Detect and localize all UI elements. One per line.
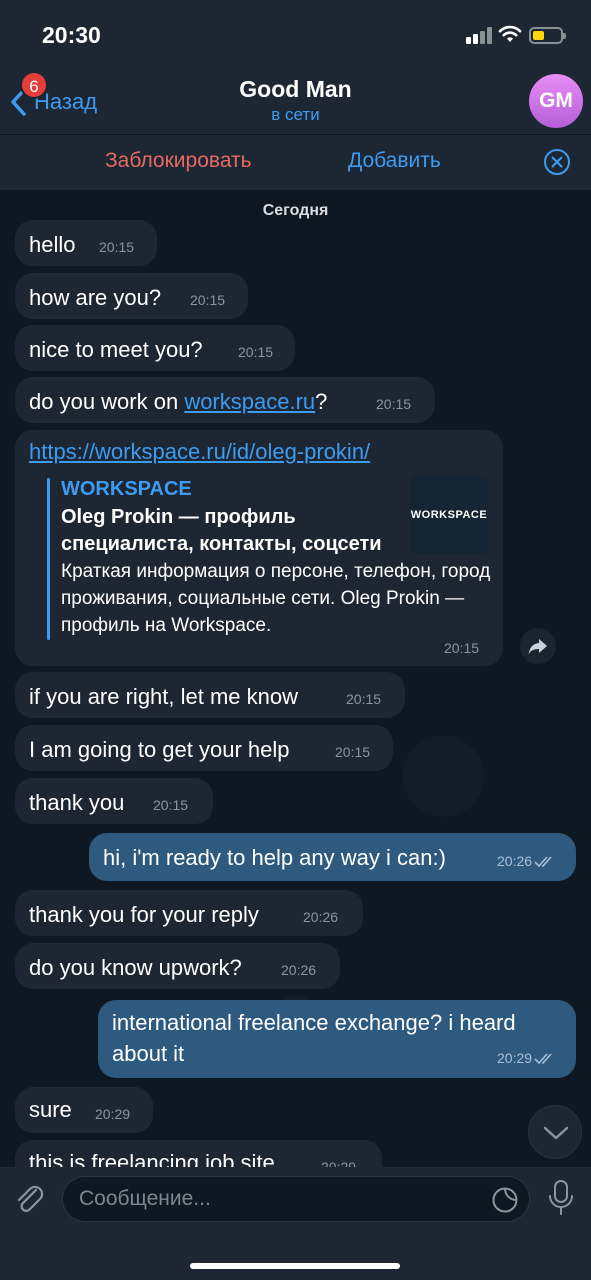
status-time: 20:30 <box>42 22 101 48</box>
preview-accent-bar <box>47 478 50 640</box>
message-bubble-incoming[interactable]: do you know upwork? 20:26 <box>15 943 340 989</box>
message-time: 20:26 <box>303 909 339 925</box>
microphone-icon[interactable] <box>547 1179 575 1217</box>
preview-description: Краткая информация о персоне, телефон, г… <box>61 561 491 636</box>
message-bubble-incoming[interactable]: this is freelancing job site 20:29 <box>15 1140 382 1167</box>
preview-site-name: WORKSPACE <box>61 478 192 500</box>
chevron-down-icon <box>543 1126 569 1140</box>
contact-action-bar: Заблокировать Добавить <box>0 134 591 190</box>
message-text: do you work on workspace.ru? <box>29 389 327 415</box>
message-time: 20:15 <box>444 640 480 656</box>
scroll-down-button[interactable] <box>528 1105 582 1159</box>
message-text-line: international freelance exchange? i hear… <box>112 1010 516 1035</box>
message-time: 20:15 <box>190 292 226 308</box>
message-text: I am going to get your help <box>29 737 290 762</box>
message-input[interactable] <box>79 1177 479 1221</box>
message-time: 20:29 <box>321 1159 357 1167</box>
message-text: if you are right, let me know <box>29 684 299 709</box>
inline-link[interactable]: workspace.ru <box>184 389 315 414</box>
home-indicator <box>190 1263 400 1269</box>
message-time: 20:15 <box>335 744 371 760</box>
message-time: 20:26 <box>497 853 533 869</box>
message-bubble-incoming[interactable]: do you work on workspace.ru? 20:15 <box>15 377 435 423</box>
forward-icon[interactable] <box>520 628 556 664</box>
preview-thumbnail[interactable]: WORKSPACE <box>410 476 488 554</box>
message-input-wrapper <box>62 1176 530 1222</box>
message-time: 20:29 <box>95 1106 131 1122</box>
message-text-part: ? <box>315 389 328 414</box>
paperclip-icon[interactable] <box>12 1181 48 1217</box>
message-time: 20:15 <box>376 396 412 412</box>
block-button[interactable]: Заблокировать <box>105 149 252 173</box>
message-text: thank you <box>29 790 125 815</box>
message-text: sure <box>29 1097 72 1122</box>
online-status: в сети <box>271 105 320 124</box>
message-text-line: about it <box>112 1041 185 1066</box>
message-time: 20:15 <box>153 797 189 813</box>
message-bubble-outgoing[interactable]: hi, i'm ready to help any way i can:) 20… <box>89 833 576 881</box>
message-time: 20:26 <box>281 962 317 978</box>
message-text-part: do you work on <box>29 389 185 414</box>
message-bubble-incoming[interactable]: how are you? 20:15 <box>15 273 248 319</box>
message-bubble-link-preview[interactable]: https://workspace.ru/id/oleg-prokin/ WOR… <box>15 430 503 666</box>
composer-bar <box>0 1167 591 1280</box>
message-text: this is freelancing job site <box>29 1150 275 1167</box>
date-separator: Сегодня <box>262 202 329 219</box>
status-bar: 20:30 <box>0 0 591 70</box>
sticker-icon[interactable] <box>491 1186 519 1214</box>
preview-title: Oleg Prokin — профиль специалиста, конта… <box>61 506 382 555</box>
signal-icon <box>466 26 494 44</box>
message-text: nice to meet you? <box>29 337 203 362</box>
wifi-icon <box>498 25 522 42</box>
double-check-icon <box>534 1053 552 1065</box>
message-meta: 20:26 <box>497 853 556 869</box>
message-text: hello <box>29 232 76 257</box>
message-bubble-incoming[interactable]: nice to meet you? 20:15 <box>15 325 295 371</box>
message-bubble-incoming[interactable]: hello 20:15 <box>15 220 157 266</box>
battery-icon <box>529 27 566 44</box>
message-text: hi, i'm ready to help any way i can:) <box>103 845 446 870</box>
message-list[interactable]: Сегодня hello 20:15 how are you? 20:15 n… <box>0 190 591 1167</box>
message-meta: 20:29 <box>497 1050 556 1066</box>
message-link[interactable]: https://workspace.ru/id/oleg-prokin/ <box>29 439 370 465</box>
avatar[interactable]: GM <box>529 74 583 128</box>
message-text: thank you for your reply <box>29 902 259 927</box>
chat-title[interactable]: Good Man <box>0 76 591 103</box>
message-time: 20:29 <box>497 1050 533 1066</box>
message-time: 20:15 <box>238 344 274 360</box>
message-bubble-incoming[interactable]: thank you for your reply 20:26 <box>15 890 363 936</box>
close-icon[interactable] <box>543 148 571 176</box>
add-contact-button[interactable]: Добавить <box>348 149 441 173</box>
message-text: how are you? <box>29 285 162 310</box>
message-time: 20:15 <box>346 691 382 707</box>
double-check-icon <box>534 856 552 868</box>
message-bubble-incoming[interactable]: if you are right, let me know 20:15 <box>15 672 405 718</box>
message-time: 20:15 <box>99 239 135 255</box>
message-bubble-incoming[interactable]: I am going to get your help 20:15 <box>15 725 393 771</box>
message-bubble-outgoing[interactable]: international freelance exchange? i hear… <box>98 1000 576 1078</box>
message-text: do you know upwork? <box>29 955 242 980</box>
message-bubble-incoming[interactable]: sure 20:29 <box>15 1087 153 1133</box>
message-bubble-incoming[interactable]: thank you 20:15 <box>15 778 213 824</box>
chat-header: Назад 6 Good Man в сети GM <box>0 70 591 134</box>
